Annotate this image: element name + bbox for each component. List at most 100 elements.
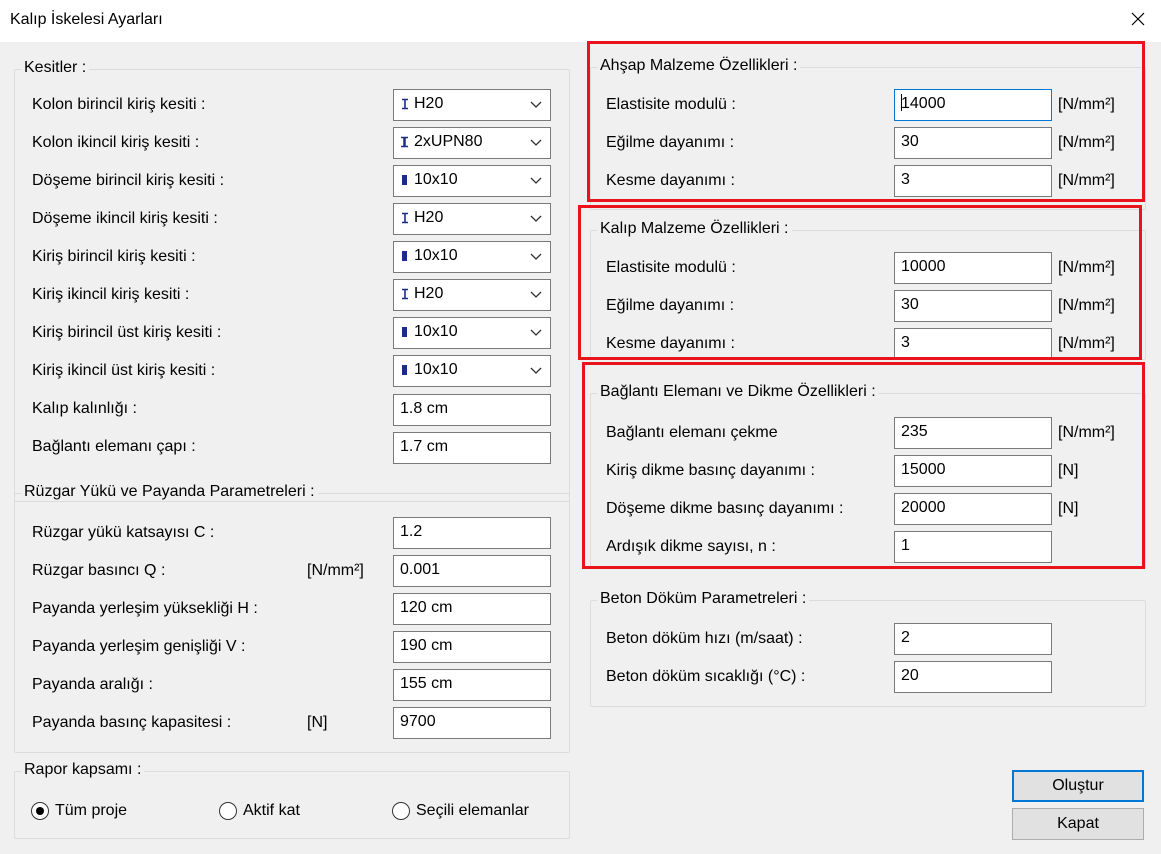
close-icon: [1131, 12, 1145, 26]
select-value: H20: [414, 95, 444, 112]
ahsap-kesme-input[interactable]: 3: [894, 165, 1052, 197]
kiris-dikme-input[interactable]: 15000: [894, 455, 1052, 487]
ruzgar-unit: [N]: [307, 714, 328, 731]
ahsap-label: Eğilme dayanımı :: [606, 134, 735, 151]
ardisik-dikme-input[interactable]: 1: [894, 531, 1052, 563]
radio-button[interactable]: [219, 802, 237, 820]
group-kesitler: Kesitler : Kolon birincil kiriş kesiti :…: [14, 59, 570, 502]
select-value: 10x10: [414, 361, 458, 378]
ruzgar-label: Rüzgar basıncı Q :: [32, 562, 166, 579]
ruzgar-label: Payanda yerleşim yüksekliği H :: [32, 600, 258, 617]
ahsap-elastisite-input[interactable]: 14000: [894, 89, 1052, 121]
ruzgar-unit: [N/mm²]: [307, 562, 364, 579]
radio-button[interactable]: [31, 802, 49, 820]
payanda-basinc-kapasitesi-input[interactable]: 9700: [393, 707, 551, 739]
kolon-ikincil-kiris-select[interactable]: 2xUPN80: [393, 127, 551, 159]
chevron-down-icon: [530, 367, 542, 374]
kalip-unit: [N/mm²]: [1058, 335, 1115, 352]
baglanti-elemani-capi-label: Bağlantı elemanı çapı :: [32, 438, 196, 455]
payanda-araligi-input[interactable]: 155 cm: [393, 669, 551, 701]
ahsap-unit: [N/mm²]: [1058, 172, 1115, 189]
kalip-label: Eğilme dayanımı :: [606, 297, 735, 314]
payanda-genisligi-input[interactable]: 190 cm: [393, 631, 551, 663]
chevron-down-icon: [530, 177, 542, 184]
baglanti-unit: [N]: [1058, 500, 1079, 517]
baglanti-unit: [N]: [1058, 462, 1079, 479]
olustur-button[interactable]: Oluştur: [1012, 770, 1144, 802]
baglanti-label: Bağlantı elemanı çekme: [606, 424, 778, 441]
doseme-ikincil-kiris-select[interactable]: H20: [393, 203, 551, 235]
doseme-birincil-kiris-select[interactable]: 10x10: [393, 165, 551, 197]
beton-label: Beton döküm hızı (m/saat) :: [606, 630, 803, 647]
kalip-kesme-input[interactable]: 3: [894, 328, 1052, 360]
ruzgar-label: Rüzgar yükü katsayısı C :: [32, 524, 215, 541]
kesit-label: Kiriş birincil üst kiriş kesiti :: [32, 324, 222, 341]
radio-secili-elemanlar[interactable]: Seçili elemanlar: [392, 799, 529, 823]
group-kesitler-title: Kesitler :: [21, 59, 90, 77]
kalip-kalinligi-label: Kalıp kalınlığı :: [32, 400, 137, 417]
ahsap-egilme-input[interactable]: 30: [894, 127, 1052, 159]
i-beam-icon: [402, 288, 408, 300]
baglanti-label: Ardışık dikme sayısı, n :: [606, 538, 776, 555]
kiris-ikincil-ust-kiris-select[interactable]: 10x10: [393, 355, 551, 387]
chevron-down-icon: [530, 329, 542, 336]
beton-dokum-hizi-input[interactable]: 2: [894, 623, 1052, 655]
select-value: 10x10: [414, 323, 458, 340]
ruzgar-yuku-katsayisi-input[interactable]: 1.2: [393, 517, 551, 549]
chevron-down-icon: [530, 139, 542, 146]
ruzgar-label: Payanda yerleşim genişliği V :: [32, 638, 246, 655]
radio-button[interactable]: [392, 802, 410, 820]
kalip-unit: [N/mm²]: [1058, 259, 1115, 276]
select-value: H20: [414, 285, 444, 302]
group-beton: Beton Döküm Parametreleri : Beton döküm …: [590, 590, 1146, 707]
baglanti-label: Döşeme dikme basınç dayanımı :: [606, 500, 844, 517]
kesit-label: Kiriş birincil kiriş kesiti :: [32, 248, 196, 265]
group-ahsap: Ahşap Malzeme Özellikleri : Elastisite m…: [590, 57, 1146, 210]
kesit-label: Döşeme birincil kiriş kesiti :: [32, 172, 225, 189]
kalip-elastisite-input[interactable]: 10000: [894, 252, 1052, 284]
kalip-kalinligi-input[interactable]: 1.8 cm: [393, 394, 551, 426]
ruzgar-label: Payanda aralığı :: [32, 676, 153, 693]
baglanti-cekme-input[interactable]: 235: [894, 417, 1052, 449]
kalip-egilme-input[interactable]: 30: [894, 290, 1052, 322]
kiris-ikincil-kiris-select[interactable]: H20: [393, 279, 551, 311]
rectangle-section-icon: [402, 365, 407, 375]
group-rapor: Rapor kapsamı : Tüm proje Aktif kat Seçi…: [14, 761, 570, 839]
beton-label: Beton döküm sıcaklığı (°C) :: [606, 668, 806, 685]
group-kalip: Kalıp Malzeme Özellikleri : Elastisite m…: [590, 220, 1146, 360]
close-window-button[interactable]: [1115, 0, 1161, 38]
radio-label: Tüm proje: [55, 802, 128, 819]
ahsap-unit: [N/mm²]: [1058, 96, 1115, 113]
kolon-birincil-kiris-select[interactable]: H20: [393, 89, 551, 121]
baglanti-label: Kiriş dikme basınç dayanımı :: [606, 462, 815, 479]
ahsap-label: Kesme dayanımı :: [606, 172, 735, 189]
payanda-yuksekligi-input[interactable]: 120 cm: [393, 593, 551, 625]
chevron-down-icon: [530, 291, 542, 298]
kalip-unit: [N/mm²]: [1058, 297, 1115, 314]
radio-label: Seçili elemanlar: [416, 802, 529, 819]
radio-tum-proje[interactable]: Tüm proje: [31, 799, 127, 823]
radio-label: Aktif kat: [243, 802, 300, 819]
baglanti-elemani-capi-input[interactable]: 1.7 cm: [393, 432, 551, 464]
kiris-birincil-kiris-select[interactable]: 10x10: [393, 241, 551, 273]
title-bar: Kalıp İskelesi Ayarları: [0, 0, 1161, 42]
ruzgar-basinci-input[interactable]: 0.001: [393, 555, 551, 587]
i-beam-icon: [402, 212, 408, 224]
doseme-dikme-input[interactable]: 20000: [894, 493, 1052, 525]
kesit-label: Kiriş ikincil üst kiriş kesiti :: [32, 362, 216, 379]
double-channel-icon: [401, 136, 408, 148]
kesit-label: Kiriş ikincil kiriş kesiti :: [32, 286, 190, 303]
group-ruzgar: Rüzgar Yükü ve Payanda Parametreleri : R…: [14, 483, 570, 753]
group-baglanti-title: Bağlantı Elemanı ve Dikme Özellikleri :: [597, 383, 879, 401]
rectangle-section-icon: [402, 327, 407, 337]
kalip-label: Kesme dayanımı :: [606, 335, 735, 352]
i-beam-icon: [402, 98, 408, 110]
kiris-birincil-ust-kiris-select[interactable]: 10x10: [393, 317, 551, 349]
baglanti-unit: [N/mm²]: [1058, 424, 1115, 441]
beton-dokum-sicakligi-input[interactable]: 20: [894, 661, 1052, 693]
radio-aktif-kat[interactable]: Aktif kat: [219, 799, 300, 823]
kapat-button[interactable]: Kapat: [1012, 808, 1144, 840]
rectangle-section-icon: [402, 251, 407, 261]
ruzgar-label: Payanda basınç kapasitesi :: [32, 714, 232, 731]
group-beton-title: Beton Döküm Parametreleri :: [597, 590, 810, 608]
